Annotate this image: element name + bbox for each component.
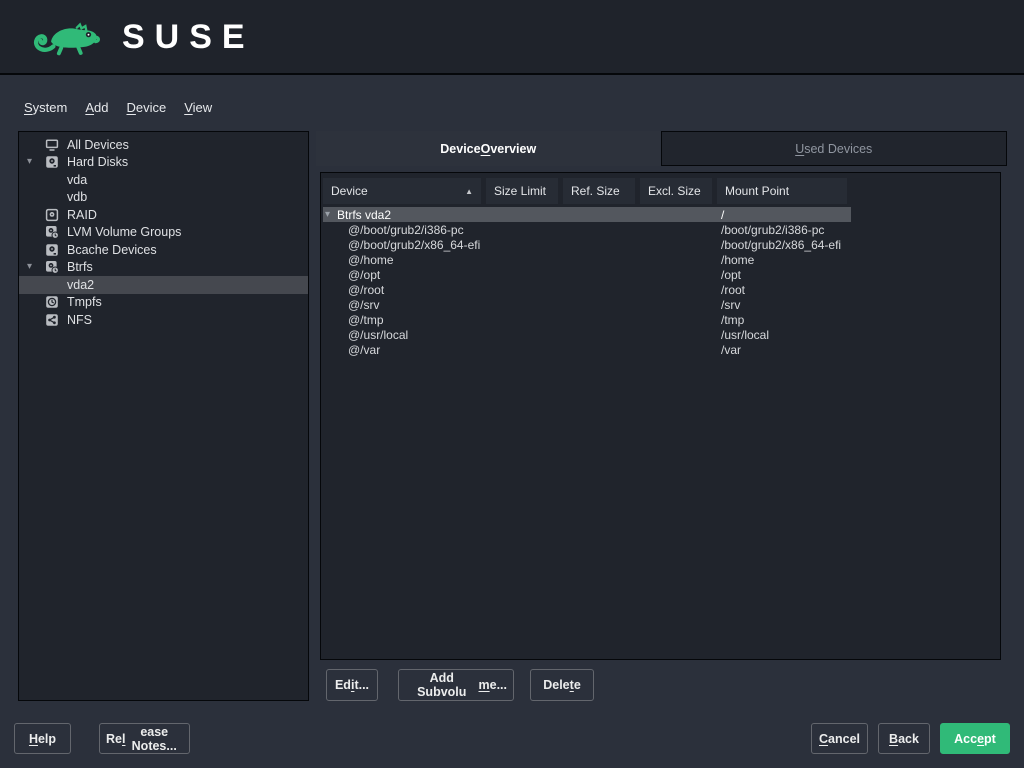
tree-label: vda	[67, 173, 87, 187]
suse-logo: SUSE	[30, 11, 255, 63]
bcache-disk-icon	[45, 243, 67, 257]
lvm-disk-clock-icon	[45, 225, 67, 239]
column-header-size-limit[interactable]: Size Limit	[486, 178, 558, 204]
btrfs-disk-clock-icon	[45, 260, 67, 274]
sort-ascending-icon: ▲	[465, 187, 473, 196]
device-tree-panel: All Devices ▾ Hard Disks vda vdb	[18, 131, 309, 701]
tree-label: vdb	[67, 190, 87, 204]
delete-button[interactable]: Delete	[530, 669, 594, 701]
footer-left: Help Release Notes...	[14, 723, 190, 754]
tab-bar: Device Overview Used Devices	[316, 131, 1007, 166]
tab-used-devices[interactable]: Used Devices	[661, 131, 1008, 166]
edit-button[interactable]: Edit...	[326, 669, 378, 701]
tree-item-nfs[interactable]: NFS	[19, 311, 308, 329]
table-header-row: Device ▲ Size Limit Ref. Size Excl. Size…	[323, 178, 1000, 204]
tree-item-vdb[interactable]: vdb	[19, 189, 308, 207]
table-row-subvolume[interactable]: @/root /root	[323, 282, 851, 297]
tree-item-tmpfs[interactable]: Tmpfs	[19, 294, 308, 312]
table-row-subvolume[interactable]: @/var /var	[323, 342, 851, 357]
tree-label: NFS	[67, 313, 92, 327]
menu-system[interactable]: System	[24, 98, 67, 117]
tree-label: vda2	[67, 278, 94, 292]
tree-item-btrfs[interactable]: ▾ Btrfs	[19, 259, 308, 277]
column-header-excl-size[interactable]: Excl. Size	[640, 178, 712, 204]
add-subvolume-button[interactable]: Add Subvolume...	[398, 669, 514, 701]
hard-disk-icon	[45, 155, 67, 169]
tree-item-lvm-volume-groups[interactable]: LVM Volume Groups	[19, 224, 308, 242]
table-row-subvolume[interactable]: @/boot/grub2/x86_64-efi /boot/grub2/x86_…	[323, 237, 851, 252]
table-body: ▾ Btrfs vda2 / @/boot/grub2/i386-pc /boo…	[323, 207, 1000, 357]
tree-label: Bcache Devices	[67, 243, 157, 257]
raid-icon	[45, 208, 67, 222]
table-row-subvolume[interactable]: @/usr/local /usr/local	[323, 327, 851, 342]
tree-label: Hard Disks	[67, 155, 128, 169]
menu-view[interactable]: View	[184, 98, 212, 117]
tree-label: LVM Volume Groups	[67, 225, 181, 239]
tree-item-bcache-devices[interactable]: Bcache Devices	[19, 241, 308, 259]
menubar: System Add Device View	[24, 98, 212, 117]
menu-add[interactable]: Add	[85, 98, 108, 117]
tmpfs-clock-icon	[45, 295, 67, 309]
table-row-subvolume[interactable]: @/home /home	[323, 252, 851, 267]
column-header-mount-point[interactable]: Mount Point	[717, 178, 847, 204]
monitor-icon	[45, 138, 67, 152]
tree-item-raid[interactable]: RAID	[19, 206, 308, 224]
table-row-subvolume[interactable]: @/srv /srv	[323, 297, 851, 312]
suse-gecko-icon	[30, 11, 108, 63]
help-button[interactable]: Help	[14, 723, 71, 754]
table-row-subvolume[interactable]: @/opt /opt	[323, 267, 851, 282]
back-button[interactable]: Back	[878, 723, 930, 754]
footer-right: Cancel Back Accept	[811, 723, 1010, 754]
release-notes-button[interactable]: Release Notes...	[99, 723, 190, 754]
cancel-button[interactable]: Cancel	[811, 723, 868, 754]
tree-label: Btrfs	[67, 260, 93, 274]
tree-label: All Devices	[67, 138, 129, 152]
tree-item-all-devices[interactable]: All Devices	[19, 136, 308, 154]
tree-label: Tmpfs	[67, 295, 102, 309]
table-actions: Edit... Add Subvolume... Delete	[326, 669, 594, 701]
tree-item-vda2[interactable]: vda2	[19, 276, 308, 294]
accept-button[interactable]: Accept	[940, 723, 1010, 754]
column-header-ref-size[interactable]: Ref. Size	[563, 178, 635, 204]
expander-open-icon[interactable]: ▾	[19, 157, 45, 167]
suse-header: SUSE	[0, 0, 1024, 75]
table-row-subvolume[interactable]: @/boot/grub2/i386-pc /boot/grub2/i386-pc	[323, 222, 851, 237]
column-header-device[interactable]: Device ▲	[323, 178, 481, 204]
tree-label: RAID	[67, 208, 97, 222]
table-row-subvolume[interactable]: @/tmp /tmp	[323, 312, 851, 327]
suse-wordmark: SUSE	[122, 20, 255, 54]
tree-item-hard-disks[interactable]: ▾ Hard Disks	[19, 154, 308, 172]
expander-open-icon[interactable]: ▾	[19, 262, 45, 272]
tab-device-overview[interactable]: Device Overview	[316, 131, 661, 166]
expander-open-icon[interactable]: ▾	[325, 210, 337, 220]
tree-item-vda[interactable]: vda	[19, 171, 308, 189]
table-row-btrfs-vda2[interactable]: ▾ Btrfs vda2 /	[323, 207, 851, 222]
nfs-share-icon	[45, 313, 67, 327]
menu-device[interactable]: Device	[126, 98, 166, 117]
subvolume-table-panel: Device ▲ Size Limit Ref. Size Excl. Size…	[320, 172, 1001, 660]
